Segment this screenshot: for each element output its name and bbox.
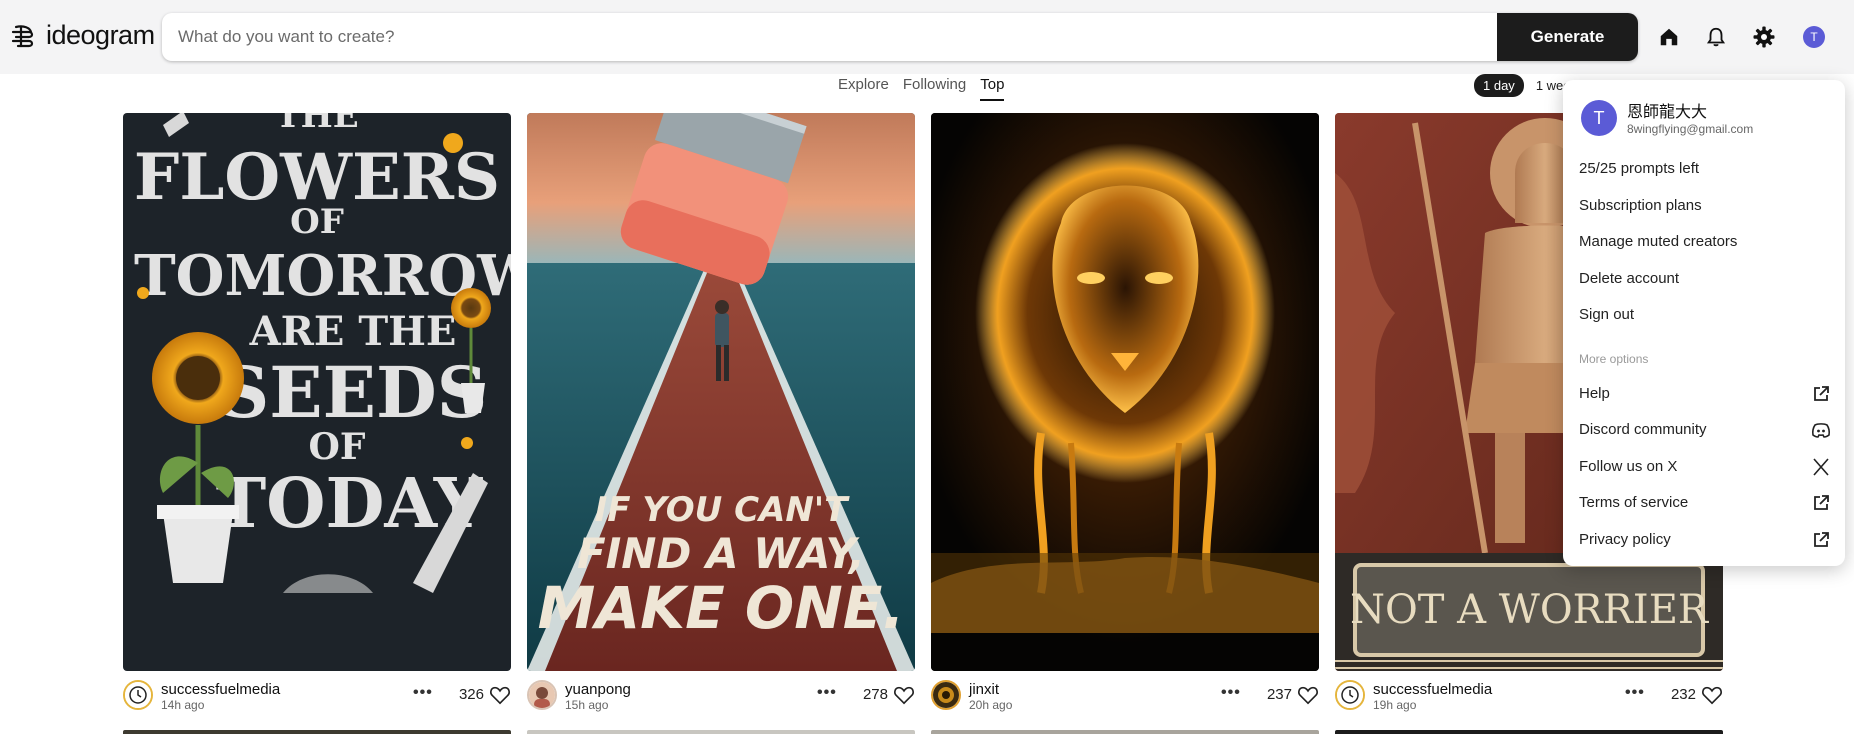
avatar[interactable]	[931, 680, 961, 710]
menu-link-discord[interactable]: Discord community	[1579, 421, 1707, 438]
poster-line: SEEDS	[219, 351, 488, 434]
account-avatar[interactable]: T	[1803, 26, 1825, 48]
next-row-card[interactable]	[527, 730, 915, 734]
card-meta: yuanpong 15h ago ••• 278	[527, 680, 915, 712]
menu-link-privacy[interactable]: Privacy policy	[1579, 531, 1671, 548]
external-link-icon	[1814, 532, 1829, 547]
more-options-icon[interactable]: •••	[1625, 684, 1645, 702]
next-row-card[interactable]	[1335, 730, 1723, 734]
menu-item-subscription-plans[interactable]: Subscription plans	[1579, 197, 1702, 214]
like-count: 278	[862, 686, 888, 703]
username[interactable]: jinxit	[969, 681, 999, 698]
card-meta: jinxit 20h ago ••• 237	[931, 680, 1319, 712]
poster-line: OF	[290, 202, 344, 242]
heart-icon[interactable]	[489, 685, 511, 705]
avatar[interactable]	[527, 680, 557, 710]
image-card[interactable]: IF YOU CAN'T FIND A WAY, MAKE ONE.	[527, 113, 915, 671]
prompts-left: 25/25 prompts left	[1579, 160, 1700, 177]
poster-line: IF YOU CAN'T	[595, 490, 851, 530]
tab-following[interactable]: Following	[903, 76, 966, 101]
timestamp: 14h ago	[161, 698, 205, 712]
like-count: 326	[458, 686, 484, 703]
discord-icon	[1812, 423, 1830, 438]
poster-line: MAKE ONE.	[538, 574, 905, 642]
tab-explore[interactable]: Explore	[838, 76, 889, 101]
prompt-input[interactable]	[178, 13, 1478, 61]
menu-item-sign-out[interactable]: Sign out	[1579, 306, 1634, 323]
gear-icon[interactable]	[1751, 24, 1777, 50]
poster-line: ARE THE	[249, 308, 457, 355]
timestamp: 19h ago	[1373, 698, 1417, 712]
heart-icon[interactable]	[893, 685, 915, 705]
brand-name: ideogram	[46, 20, 155, 50]
home-icon[interactable]	[1656, 24, 1682, 50]
avatar[interactable]	[123, 680, 153, 710]
feed-tabs: Explore Following Top	[838, 76, 1005, 101]
more-options-icon[interactable]: •••	[817, 684, 837, 702]
timestamp: 15h ago	[565, 698, 609, 712]
next-row-card[interactable]	[931, 730, 1319, 734]
tab-top[interactable]: Top	[980, 76, 1005, 101]
external-link-icon	[1814, 495, 1829, 510]
image-card[interactable]: THE FLOWERS OF TOMORROW ARE THE SEEDS OF…	[123, 113, 511, 671]
bell-icon[interactable]	[1703, 24, 1729, 50]
menu-avatar: T	[1581, 100, 1617, 136]
poster-image	[931, 113, 1319, 671]
x-logo-icon	[1813, 458, 1829, 476]
image-card[interactable]	[931, 113, 1319, 671]
account-menu: T 恩師龍大大 8wingflying@gmail.com 25/25 prom…	[1563, 80, 1845, 566]
poster-line: FIND A WAY,	[577, 529, 865, 578]
menu-user-email: 8wingflying@gmail.com	[1627, 122, 1754, 136]
more-options-icon[interactable]: •••	[1221, 684, 1241, 702]
like-count: 232	[1670, 686, 1696, 703]
menu-item-manage-muted-creators[interactable]: Manage muted creators	[1579, 233, 1737, 250]
time-range-filter: 1 day 1 wee	[1474, 74, 1571, 97]
menu-item-delete-account[interactable]: Delete account	[1579, 270, 1679, 287]
like-count: 237	[1266, 686, 1292, 703]
poster-image: IF YOU CAN'T FIND A WAY, MAKE ONE.	[527, 113, 915, 671]
filter-1-day[interactable]: 1 day	[1474, 74, 1524, 97]
card-meta: successfuelmedia 14h ago ••• 326	[123, 680, 511, 712]
more-options-label: More options	[1579, 352, 1649, 366]
generate-button[interactable]: Generate	[1497, 13, 1638, 61]
username[interactable]: yuanpong	[565, 681, 631, 698]
timestamp: 20h ago	[969, 698, 1013, 712]
ideogram-logo-icon	[11, 24, 34, 47]
prompt-search-bar	[162, 13, 1638, 61]
heart-icon[interactable]	[1297, 685, 1319, 705]
next-row-card[interactable]	[123, 730, 511, 734]
username[interactable]: successfuelmedia	[1373, 681, 1492, 698]
menu-user-name: 恩師龍大大	[1627, 104, 1708, 121]
heart-icon[interactable]	[1701, 685, 1723, 705]
logo[interactable]: ideogram	[10, 20, 155, 51]
more-options-icon[interactable]: •••	[413, 684, 433, 702]
menu-link-terms[interactable]: Terms of service	[1579, 494, 1688, 511]
poster-image: THE FLOWERS OF TOMORROW ARE THE SEEDS OF…	[134, 113, 511, 593]
avatar[interactable]	[1335, 680, 1365, 710]
external-link-icon	[1814, 386, 1829, 401]
username[interactable]: successfuelmedia	[161, 681, 280, 698]
poster-line: NOT A WORRIER	[1350, 587, 1710, 633]
card-meta: successfuelmedia 19h ago ••• 232	[1335, 680, 1723, 712]
top-bar: ideogram Generate T	[0, 0, 1854, 74]
menu-link-x[interactable]: Follow us on X	[1579, 458, 1677, 475]
poster-line: THE	[275, 113, 358, 136]
menu-link-help[interactable]: Help	[1579, 385, 1610, 402]
poster-line: OF	[309, 426, 366, 468]
